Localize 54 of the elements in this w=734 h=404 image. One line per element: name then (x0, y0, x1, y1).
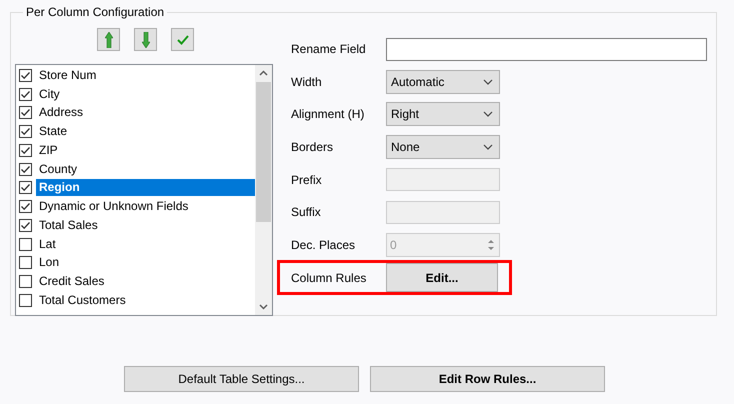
scrollbar[interactable] (255, 65, 272, 315)
list-item[interactable]: ZIP (36, 142, 61, 159)
move-up-button[interactable] (97, 28, 120, 51)
edit-button[interactable]: Edit... (386, 263, 498, 292)
checkbox[interactable] (19, 200, 32, 214)
checkbox[interactable] (19, 238, 32, 251)
caret-icon (483, 111, 493, 118)
list-item[interactable]: Region (36, 179, 255, 196)
field-label: Column Rules (291, 270, 368, 285)
list-item[interactable]: Credit Sales (36, 273, 108, 290)
field-label: Dec. Places (291, 238, 356, 252)
checkbox[interactable] (19, 181, 32, 194)
checkbox[interactable] (19, 162, 32, 176)
checkbox[interactable] (19, 256, 32, 270)
arrow-down-icon (142, 32, 150, 48)
checkbox[interactable] (19, 125, 32, 138)
scrollbar-thumb[interactable] (256, 82, 271, 222)
list-item[interactable]: Dynamic or Unknown Fields (36, 198, 192, 216)
list-item[interactable]: Total Sales (36, 216, 101, 234)
move-down-button[interactable] (134, 28, 157, 51)
checkbox[interactable] (19, 275, 32, 288)
checkbox[interactable] (19, 68, 32, 82)
arrow-up-icon (104, 32, 112, 48)
checkbox[interactable] (19, 144, 32, 157)
field-label: Suffix (291, 205, 322, 220)
dialog-button[interactable]: Default Table Settings... (124, 366, 359, 392)
field-label: Width (291, 74, 323, 89)
check-all-button[interactable] (171, 28, 194, 51)
checkbox[interactable] (19, 88, 32, 101)
caret-icon (483, 78, 493, 85)
column-list[interactable]: Store Num City Address State ZIP County Region Dynamic or Unknown Fields Total Sales Lat Lon Credit Sales Total Customers (15, 64, 273, 316)
list-item[interactable]: Lon (36, 254, 62, 272)
checkmark-icon (176, 34, 188, 44)
list-item[interactable]: State (36, 123, 70, 140)
field-label: Prefix (291, 172, 323, 187)
list-item[interactable]: Address (36, 104, 86, 122)
dropdown[interactable]: Automatic (386, 70, 500, 94)
checkbox[interactable] (19, 218, 32, 232)
list-item[interactable]: Store Num (36, 66, 100, 84)
field-label: Borders (291, 140, 334, 154)
list-item[interactable]: County (36, 160, 80, 178)
checkbox[interactable] (19, 106, 32, 120)
list-item[interactable]: Lat (36, 236, 59, 253)
list-item[interactable]: Total Customers (36, 292, 129, 309)
dialog-button[interactable]: Edit Row Rules... (370, 366, 605, 392)
field-label: Rename Field (291, 42, 367, 56)
dropdown[interactable]: None (386, 135, 500, 160)
group-title: Per Column Configuration (23, 5, 168, 19)
input-field[interactable] (386, 38, 707, 61)
field-label: Alignment (H) (291, 107, 366, 122)
list-item[interactable]: City (36, 86, 63, 103)
dropdown[interactable]: Right (386, 102, 500, 126)
checkbox[interactable] (19, 294, 32, 307)
caret-icon (483, 144, 493, 150)
